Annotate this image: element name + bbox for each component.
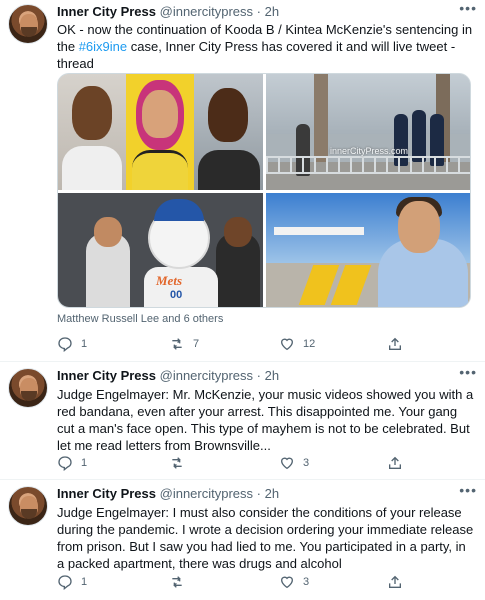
like-button[interactable]: 3 [279, 573, 309, 591]
separator-dot: · [256, 486, 261, 501]
share-icon [387, 336, 403, 352]
like-icon [279, 574, 295, 590]
author-name[interactable]: Inner City Press [57, 368, 156, 383]
reply-icon [57, 336, 73, 352]
like-count: 3 [303, 457, 310, 469]
author-handle[interactable]: @innercitypress [160, 368, 253, 383]
more-icon[interactable]: ••• [459, 364, 477, 380]
tweet-header: Inner City Press @innercitypress · 2h ••… [57, 364, 477, 384]
timestamp[interactable]: 2h [265, 4, 279, 19]
avatar[interactable] [8, 486, 48, 526]
media-grid[interactable]: innerCityPress.com Mets 00 [57, 73, 471, 308]
like-button[interactable]: 12 [279, 335, 315, 353]
share-button[interactable] [387, 573, 411, 591]
like-button[interactable]: 3 [279, 454, 309, 472]
retweet-count: 7 [193, 338, 200, 350]
reply-button[interactable]: 1 [57, 573, 87, 591]
reply-icon [57, 574, 73, 590]
tweet-text: OK - now the continuation of Kooda B / K… [57, 21, 475, 72]
jersey-text: Mets [156, 273, 182, 288]
share-button[interactable] [387, 335, 411, 353]
tweet[interactable]: Inner City Press @innercitypress · 2h ••… [0, 362, 485, 480]
separator-dot: · [256, 368, 261, 383]
separator-dot: · [256, 4, 261, 19]
share-icon [387, 455, 403, 471]
tweet-header: Inner City Press @innercitypress · 2h ••… [57, 0, 477, 20]
share-icon [387, 574, 403, 590]
share-button[interactable] [387, 454, 411, 472]
hashtag-link[interactable]: #6ix9ine [79, 39, 127, 54]
more-icon[interactable]: ••• [459, 0, 477, 16]
retweet-button[interactable] [169, 454, 193, 472]
like-icon [279, 336, 295, 352]
avatar[interactable] [8, 368, 48, 408]
author-handle[interactable]: @innercitypress [160, 486, 253, 501]
retweet-icon [169, 336, 185, 352]
reply-count: 1 [81, 576, 88, 588]
reply-count: 1 [81, 338, 88, 350]
like-count: 12 [303, 338, 316, 350]
author-handle[interactable]: @innercitypress [160, 4, 253, 19]
retweet-button[interactable] [169, 573, 193, 591]
timeline: Inner City Press @innercitypress · 2h ••… [0, 0, 485, 600]
action-bar: 1 7 12 [57, 335, 471, 353]
tweet-header: Inner City Press @innercitypress · 2h ••… [57, 482, 477, 502]
media-tag-credit[interactable]: Matthew Russell Lee and 6 others [57, 313, 223, 325]
media-photo-reporter[interactable] [266, 193, 470, 307]
action-bar: 1 3 [57, 454, 471, 472]
timestamp[interactable]: 2h [265, 486, 279, 501]
more-icon[interactable]: ••• [459, 482, 477, 498]
author-name[interactable]: Inner City Press [57, 486, 156, 501]
retweet-icon [169, 455, 185, 471]
tweet[interactable]: Inner City Press @innercitypress · 2h ••… [0, 480, 485, 600]
reply-count: 1 [81, 457, 88, 469]
tweet-text: Judge Engelmayer: Mr. McKenzie, your mus… [57, 387, 474, 453]
like-count: 3 [303, 576, 310, 588]
media-photo-mugshots[interactable] [58, 74, 263, 190]
reply-button[interactable]: 1 [57, 454, 87, 472]
media-photo-mascot[interactable]: Mets 00 [58, 193, 263, 307]
retweet-icon [169, 574, 185, 590]
reply-button[interactable]: 1 [57, 335, 87, 353]
media-photo-courthouse[interactable]: innerCityPress.com [266, 74, 470, 190]
action-bar: 1 3 [57, 573, 471, 591]
photo-watermark: innerCityPress.com [330, 146, 409, 156]
reply-icon [57, 455, 73, 471]
jersey-number: 00 [170, 289, 183, 301]
author-name[interactable]: Inner City Press [57, 4, 156, 19]
retweet-button[interactable]: 7 [169, 335, 199, 353]
like-icon [279, 455, 295, 471]
avatar[interactable] [8, 4, 48, 44]
timestamp[interactable]: 2h [265, 368, 279, 383]
tweet[interactable]: Inner City Press @innercitypress · 2h ••… [0, 0, 485, 362]
tweet-text: Judge Engelmayer: I must also consider t… [57, 505, 474, 571]
